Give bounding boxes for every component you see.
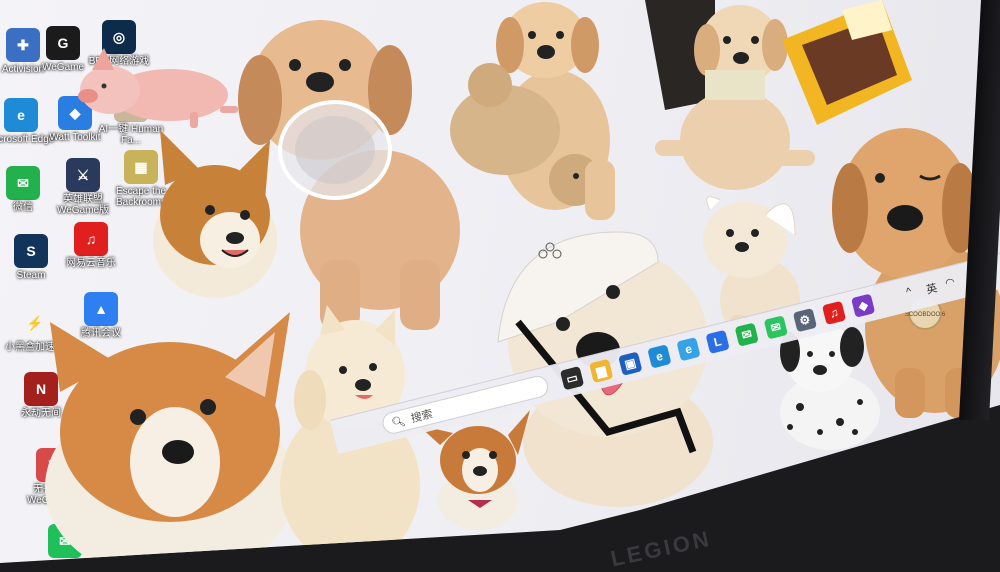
app-icon: S: [14, 234, 48, 268]
app-icon: ✉: [6, 166, 40, 200]
sticker-golden-puppy-teddy: [435, 0, 635, 225]
wifi-icon[interactable]: ◠: [944, 275, 956, 290]
taskbar-tb-task-icon[interactable]: ▭: [559, 366, 585, 391]
search-icon: 🔍︎: [390, 414, 407, 430]
sticker-corgi-head: [140, 130, 280, 300]
sticker-piglet: [70, 40, 240, 130]
taskbar-tb-store-icon[interactable]: ▣: [618, 351, 643, 376]
taskbar-tb-netease-icon[interactable]: ♫: [821, 300, 847, 325]
taskbar-tb-edge-icon[interactable]: e: [647, 344, 672, 369]
tray-chevron-icon[interactable]: ^: [905, 286, 913, 299]
monitor-brand-logo: LEGION: [608, 525, 714, 572]
sticker-corgi-closeup: [20, 312, 295, 563]
taskbar-tb-settings-icon[interactable]: ⚙: [792, 308, 818, 333]
app-icon: ⚔: [66, 158, 100, 192]
tray-language[interactable]: 英: [924, 279, 939, 297]
app-icon: ♫: [74, 222, 108, 256]
taskbar-tb-chat-icon[interactable]: ✉: [763, 315, 788, 340]
desktop-icon-label: 网易云音乐: [66, 258, 116, 269]
taskbar-tb-wechat-work-icon[interactable]: ✉: [734, 322, 759, 347]
desktop-icon-label: Steam: [16, 270, 46, 281]
search-placeholder: 搜索: [409, 408, 435, 426]
desktop-icon-di11[interactable]: ♫ 网易云音乐: [56, 222, 126, 269]
taskbar-tb-e2-icon[interactable]: e: [676, 337, 701, 362]
taskbar-tb-app-icon[interactable]: ◆: [851, 293, 876, 318]
taskbar-tb-lark-icon[interactable]: L: [705, 329, 730, 355]
taskbar-tb-folder-icon[interactable]: ▆: [589, 358, 614, 384]
app-icon: e: [4, 98, 38, 132]
sticker-snack-bag: [782, 0, 912, 125]
